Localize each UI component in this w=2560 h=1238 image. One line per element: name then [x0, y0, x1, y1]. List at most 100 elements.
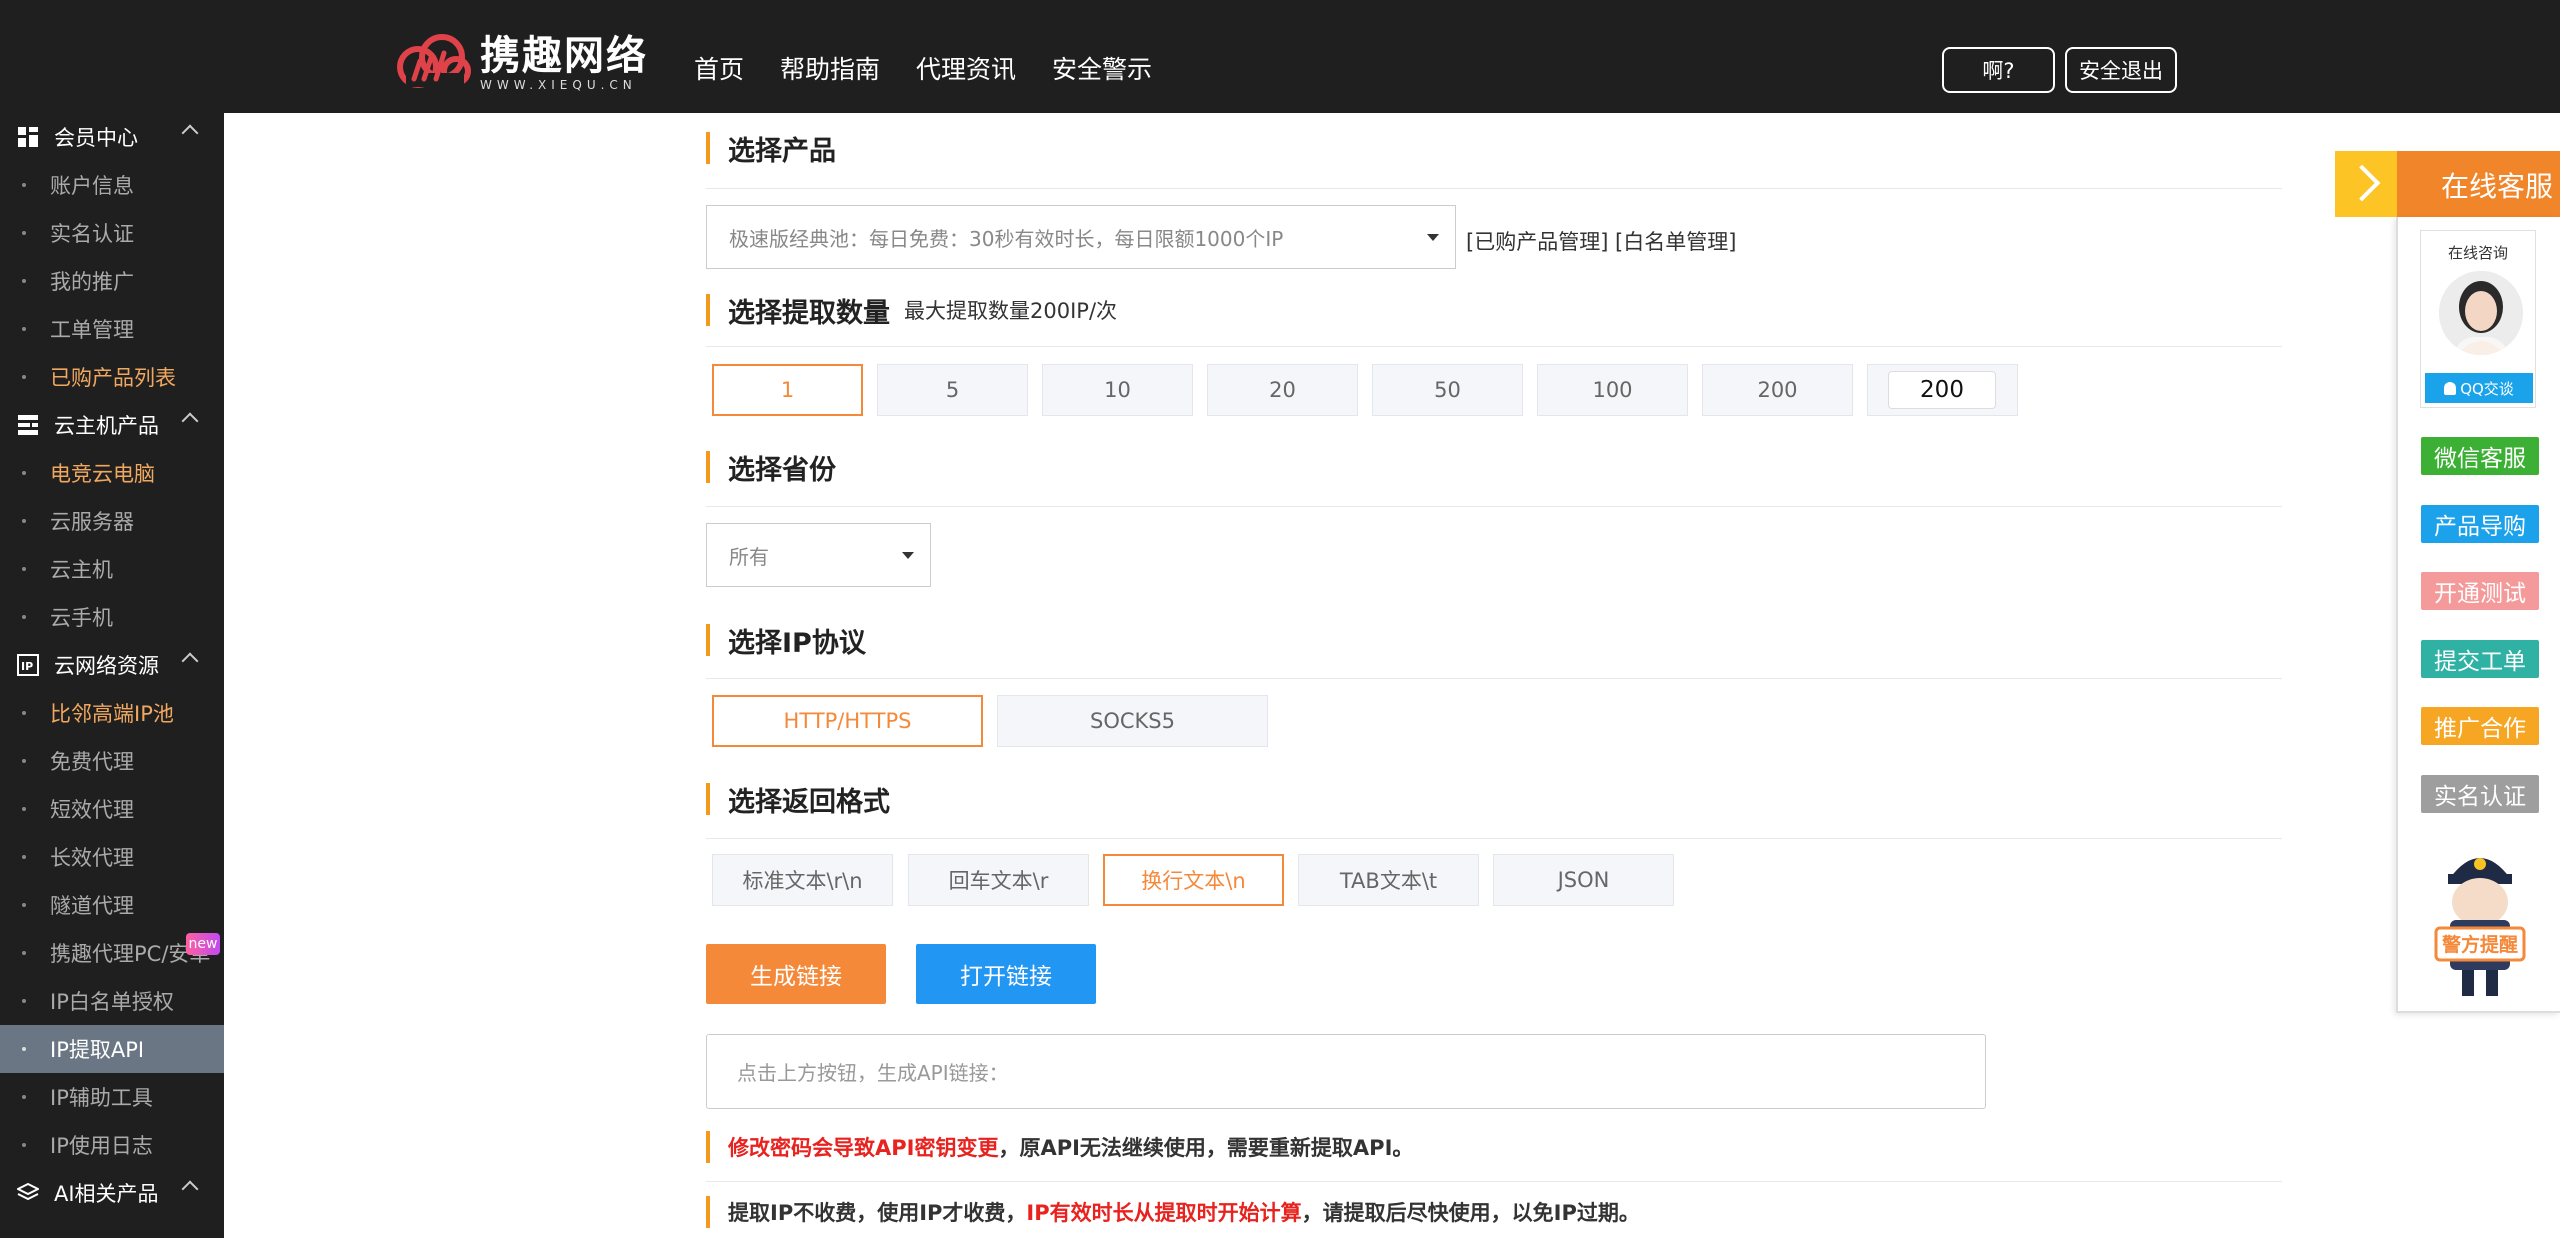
qty-option-200[interactable]: 200 — [1702, 364, 1853, 416]
sidebar-group-label: 会员中心 — [54, 126, 138, 150]
format-option-tab[interactable]: TAB文本\t — [1298, 854, 1479, 906]
section-title-text: 选择提取数量 — [728, 297, 890, 329]
consult-card: 在线咨询 QQ交谈 — [2420, 230, 2536, 408]
province-select[interactable]: 所有 — [706, 523, 931, 587]
svg-text:IP: IP — [21, 660, 33, 673]
grid-icon — [18, 127, 38, 147]
sidebar-item-label: 账户信息 — [50, 174, 134, 198]
sidebar-item-gaming-pc[interactable]: 电竞云电脑 — [0, 449, 224, 497]
sidebar-item-tunnel-proxy[interactable]: 隧道代理 — [0, 881, 224, 929]
sidebar-item-cloud-server[interactable]: 云服务器 — [0, 497, 224, 545]
question-button[interactable]: 啊? — [1942, 47, 2055, 93]
police-icon: 警方提醒 — [2434, 858, 2526, 996]
note-text: ，原API无法继续使用，需要重新提取API。 — [998, 1136, 1414, 1160]
divider — [706, 506, 2282, 507]
sidebar-item-ip-tools[interactable]: IP辅助工具 — [0, 1073, 224, 1121]
sidebar-group-label: 云网络资源 — [54, 654, 159, 678]
police-reminder[interactable]: 警方提醒 — [2420, 838, 2540, 1000]
sidebar-item-short-proxy[interactable]: 短效代理 — [0, 785, 224, 833]
nav-home[interactable]: 首页 — [694, 50, 744, 86]
sidebar-item-cloud-host[interactable]: 云主机 — [0, 545, 224, 593]
generate-link-button[interactable]: 生成链接 — [706, 944, 886, 1004]
format-option-cr[interactable]: 回车文本\r — [908, 854, 1089, 906]
sidebar-item-label: 隧道代理 — [50, 894, 134, 918]
sidebar-group-member[interactable]: 会员中心 — [0, 113, 224, 161]
side-tag-label: 实名认证 — [2434, 784, 2526, 810]
section-title-text: 选择返回格式 — [728, 786, 890, 818]
format-option-crlf[interactable]: 标准文本\r\n — [712, 854, 893, 906]
top-bar: 携趣网络 WWW.XIEQU.CN 首页 帮助指南 代理资讯 安全警示 啊? 安… — [0, 0, 2560, 113]
qty-option-50[interactable]: 50 — [1372, 364, 1523, 416]
product-guide-button[interactable]: 产品导购 — [2421, 505, 2539, 543]
format-option-lf[interactable]: 换行文本\n — [1103, 854, 1284, 906]
online-service-title: 在线客服 — [2441, 170, 2554, 203]
sidebar-item-label: 云手机 — [50, 606, 113, 630]
sidebar-item-client-app[interactable]: 携趣代理PC/安卓 new — [0, 929, 224, 977]
sidebar-item-label: 我的推广 — [50, 270, 134, 294]
sidebar-item-label: IP使用日志 — [50, 1134, 153, 1158]
main-nav: 首页 帮助指南 代理资讯 安全警示 — [694, 50, 1188, 86]
sidebar-item-tickets[interactable]: 工单管理 — [0, 305, 224, 353]
protocol-option-socks5[interactable]: SOCKS5 — [997, 695, 1268, 747]
sidebar-group-cloud-host[interactable]: 云主机产品 — [0, 401, 224, 449]
nav-security[interactable]: 安全警示 — [1052, 50, 1152, 86]
realname-button[interactable]: 实名认证 — [2421, 775, 2539, 813]
note-billing: 提取IP不收费，使用IP才收费， IP有效时长从提取时开始计算 ，请提取后尽快使用，… — [706, 1196, 1640, 1228]
divider — [706, 188, 2282, 189]
logo-subtitle: WWW.XIEQU.CN — [480, 78, 637, 92]
sidebar-item-long-proxy[interactable]: 长效代理 — [0, 833, 224, 881]
side-tag-label: 提交工单 — [2434, 649, 2526, 675]
nav-news[interactable]: 代理资讯 — [916, 50, 1016, 86]
sidebar-item-realname[interactable]: 实名认证 — [0, 209, 224, 257]
product-links[interactable]: [已购产品管理] [白名单管理] — [1466, 226, 1736, 256]
api-link-output[interactable]: 点击上方按钮，生成API链接： — [706, 1034, 1986, 1109]
sidebar: 会员中心 账户信息 实名认证 我的推广 工单管理 已购产品列表 云主机产品 电竞… — [0, 113, 224, 1238]
product-select-value: 极速版经典池：每日免费：30秒有效时长，每日限额1000个IP — [729, 226, 1284, 251]
sidebar-item-promotion[interactable]: 我的推广 — [0, 257, 224, 305]
sidebar-item-account[interactable]: 账户信息 — [0, 161, 224, 209]
new-badge: new — [186, 933, 220, 955]
note-password-change: 修改密码会导致API密钥变更 ，原API无法继续使用，需要重新提取API。 — [706, 1131, 1413, 1163]
sidebar-item-whitelist[interactable]: IP白名单授权 — [0, 977, 224, 1025]
protocol-option-http[interactable]: HTTP/HTTPS — [712, 695, 983, 747]
qty-option-1[interactable]: 1 — [712, 364, 863, 416]
sidebar-item-ip-api[interactable]: IP提取API — [0, 1025, 224, 1073]
sidebar-item-premium-ip[interactable]: 比邻高端IP池 — [0, 689, 224, 737]
qty-option-100[interactable]: 100 — [1537, 364, 1688, 416]
qty-option-20[interactable]: 20 — [1207, 364, 1358, 416]
sidebar-item-label: 云服务器 — [50, 510, 134, 534]
trial-button[interactable]: 开通测试 — [2421, 572, 2539, 610]
sidebar-item-free-proxy[interactable]: 免费代理 — [0, 737, 224, 785]
divider — [706, 838, 2282, 839]
logo[interactable]: 携趣网络 WWW.XIEQU.CN — [396, 30, 648, 96]
sidebar-item-cloud-phone[interactable]: 云手机 — [0, 593, 224, 641]
sidebar-item-label: 比邻高端IP池 — [50, 702, 174, 726]
chevron-up-icon — [181, 412, 199, 430]
format-option-json[interactable]: JSON — [1493, 854, 1674, 906]
wechat-service-button[interactable]: 微信客服 — [2421, 437, 2539, 475]
sidebar-item-ip-logs[interactable]: IP使用日志 — [0, 1121, 224, 1169]
qty-custom-input[interactable]: 200 — [1888, 371, 1996, 409]
submit-ticket-button[interactable]: 提交工单 — [2421, 640, 2539, 678]
sidebar-group-label: AI相关产品 — [54, 1182, 159, 1206]
note-highlight: IP有效时长从提取时开始计算 — [1026, 1201, 1302, 1225]
product-select[interactable]: 极速版经典池：每日免费：30秒有效时长，每日限额1000个IP — [706, 205, 1456, 269]
open-link-button[interactable]: 打开链接 — [916, 944, 1096, 1004]
partnership-button[interactable]: 推广合作 — [2421, 707, 2539, 745]
sidebar-group-network[interactable]: IP 云网络资源 — [0, 641, 224, 689]
nav-help[interactable]: 帮助指南 — [780, 50, 880, 86]
qq-icon — [2444, 381, 2457, 395]
qty-option-10[interactable]: 10 — [1042, 364, 1193, 416]
section-title-text: 选择省份 — [728, 454, 836, 486]
section-protocol-title: 选择IP协议 — [706, 624, 866, 659]
qty-option-5[interactable]: 5 — [877, 364, 1028, 416]
divider — [706, 678, 2282, 679]
logout-button[interactable]: 安全退出 — [2065, 47, 2177, 93]
divider — [706, 346, 2282, 347]
online-service-header[interactable]: 在线客服 — [2335, 151, 2560, 217]
qq-chat-button[interactable]: QQ交谈 — [2425, 373, 2533, 403]
note-highlight: 修改密码会导致API密钥变更 — [728, 1136, 999, 1160]
sidebar-item-label: 云主机 — [50, 558, 113, 582]
sidebar-item-purchased[interactable]: 已购产品列表 — [0, 353, 224, 401]
sidebar-group-ai[interactable]: AI相关产品 — [0, 1169, 224, 1217]
